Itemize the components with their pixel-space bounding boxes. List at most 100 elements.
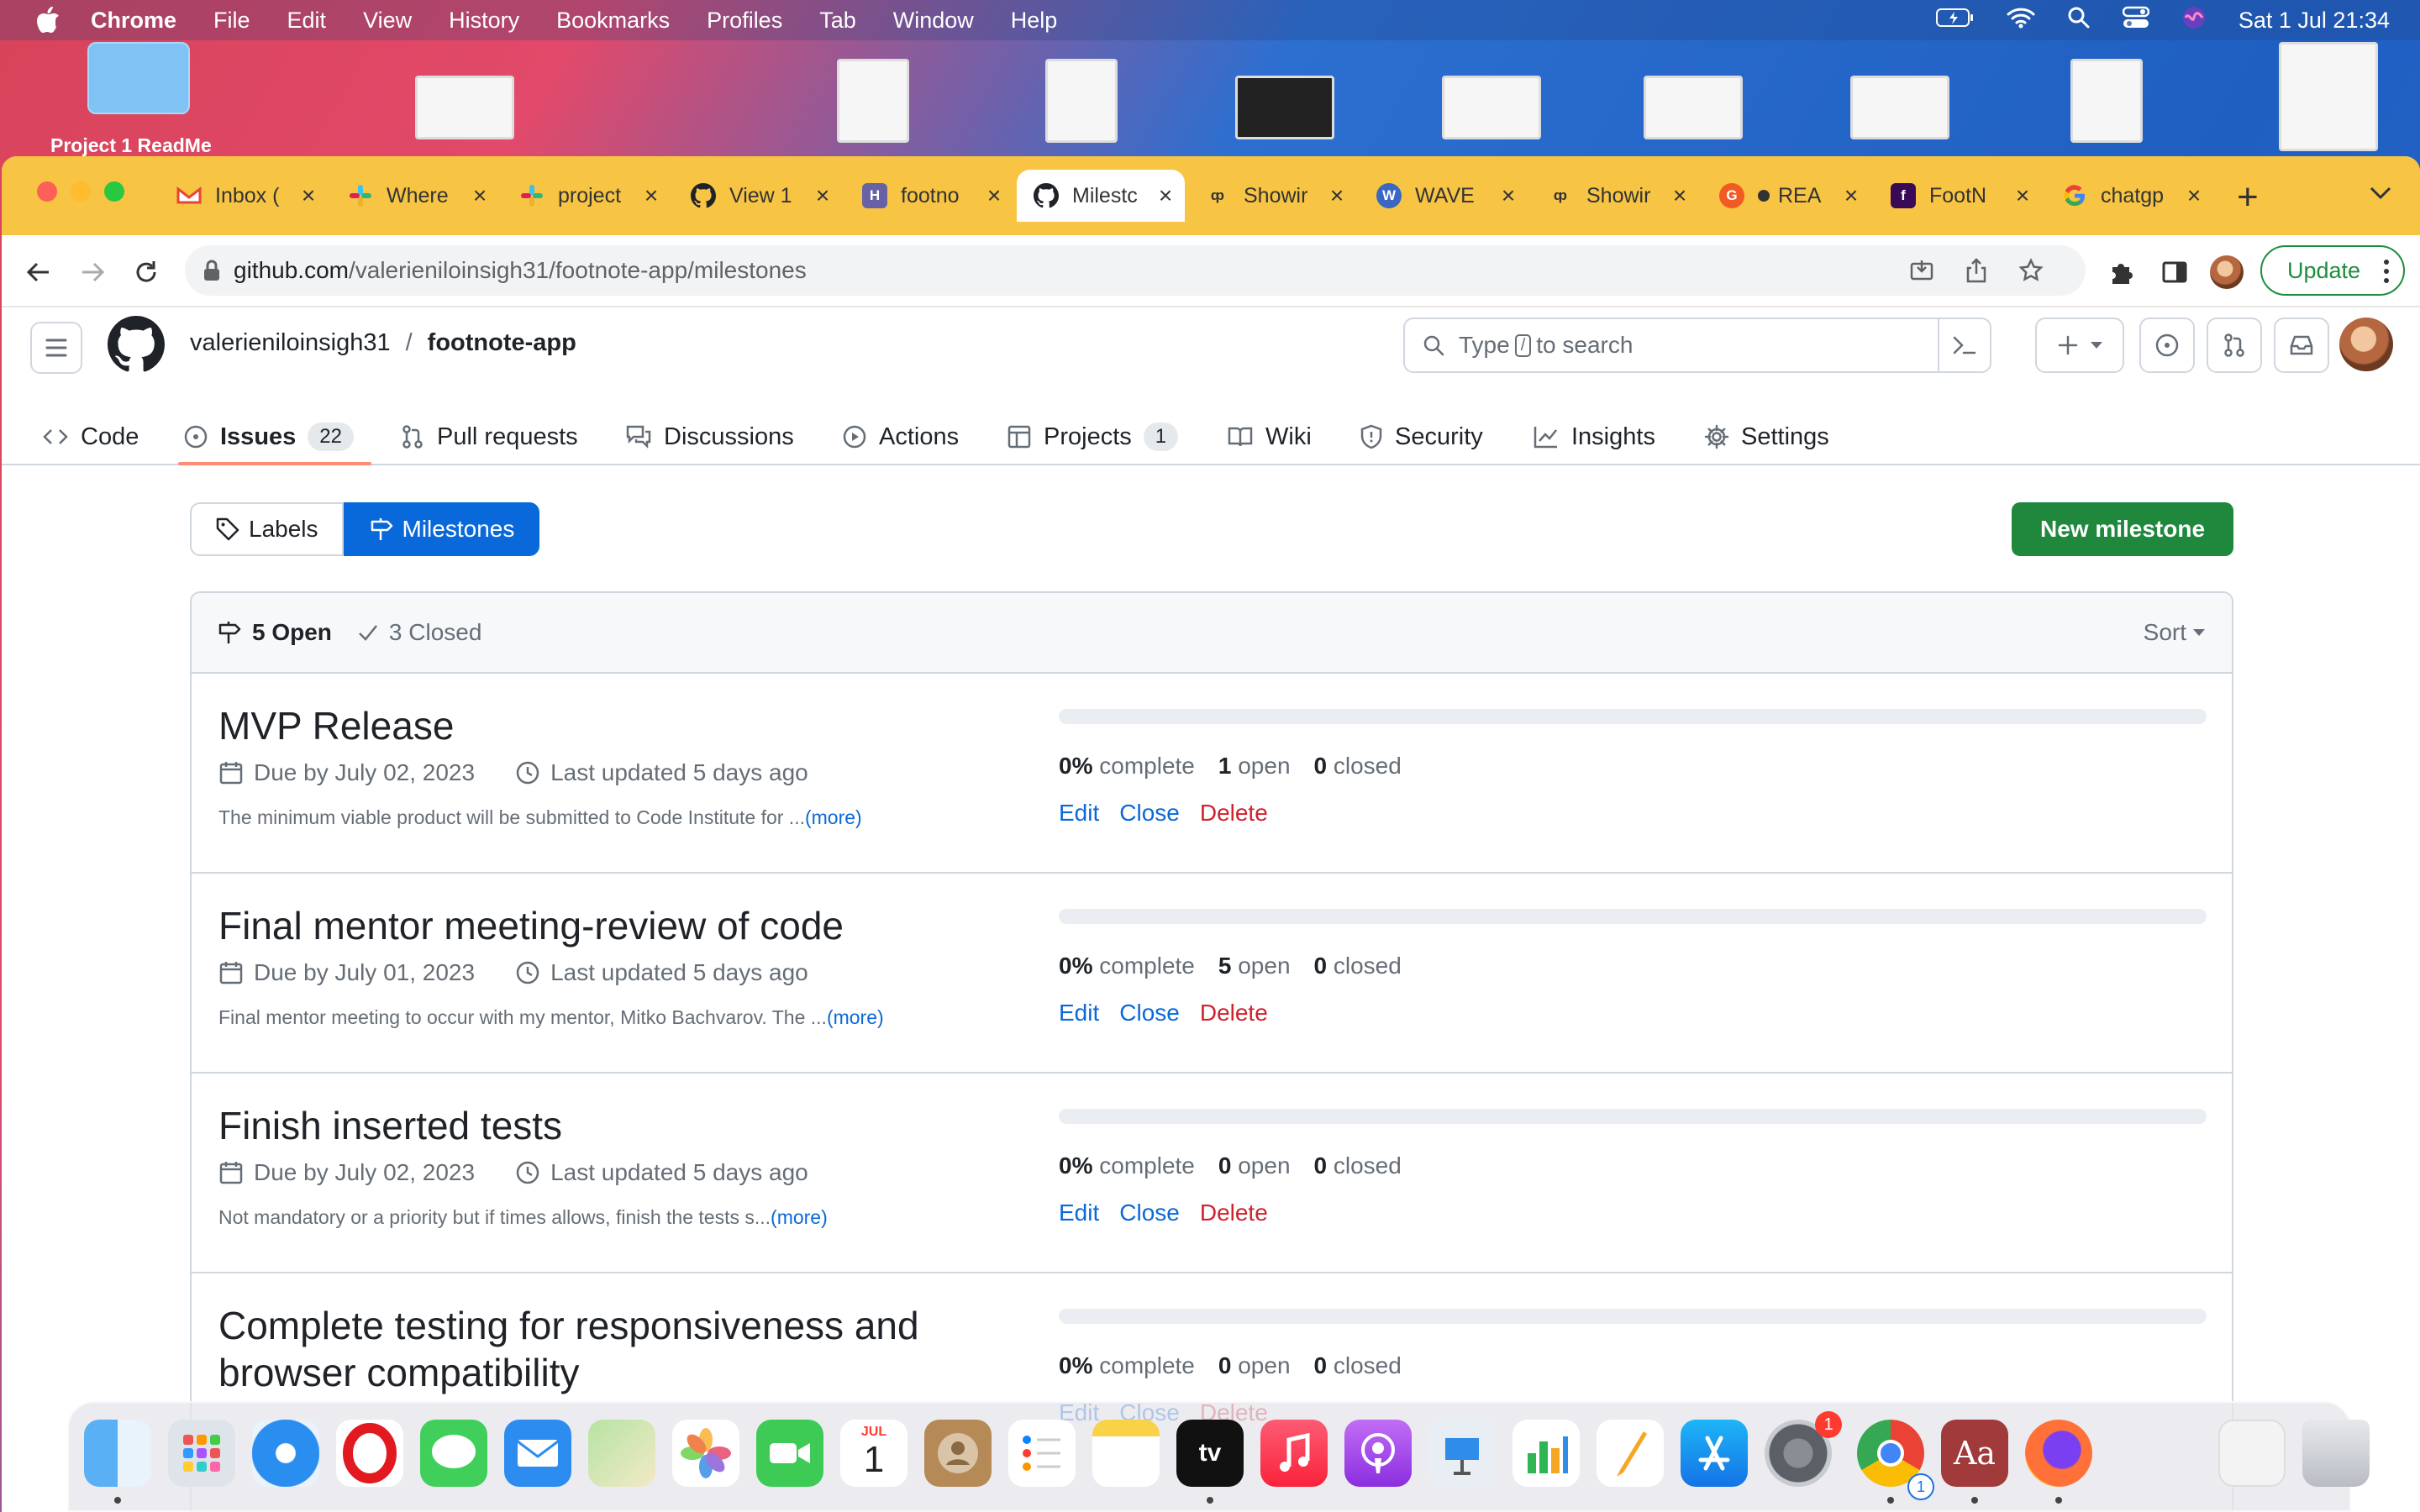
delete-link[interactable]: Delete: [1200, 800, 1268, 827]
open-issues-link[interactable]: 0 open: [1218, 1152, 1291, 1179]
browser-tab[interactable]: H footno ×: [845, 170, 1013, 222]
podcasts-icon[interactable]: [1344, 1420, 1412, 1487]
app-store-icon[interactable]: [1681, 1420, 1748, 1487]
github-logo-icon[interactable]: [108, 316, 166, 377]
browser-tab[interactable]: f FootN ×: [1874, 170, 2042, 222]
browser-tab[interactable]: View 1 ×: [674, 170, 842, 222]
close-tab-icon[interactable]: ×: [1496, 182, 1521, 209]
browser-tab[interactable]: ȹ Showir ×: [1531, 170, 1699, 222]
reminders-icon[interactable]: [1008, 1420, 1076, 1487]
delete-link[interactable]: Delete: [1200, 1000, 1268, 1026]
milestone-title[interactable]: Final mentor meeting-review of code: [218, 902, 975, 949]
tab-settings[interactable]: Settings: [1704, 408, 1829, 465]
forward-arrow-icon[interactable]: [79, 259, 106, 286]
browser-tab[interactable]: W WAVE ×: [1360, 170, 1528, 222]
milestone-title[interactable]: Complete testing for responsiveness and …: [218, 1302, 975, 1396]
closed-milestones-filter[interactable]: 3 Closed: [357, 619, 481, 646]
menu-help[interactable]: Help: [1011, 8, 1058, 34]
pull-requests-button[interactable]: [2207, 318, 2262, 373]
inbox-button[interactable]: [2274, 318, 2329, 373]
tab-search-chevron-down-icon[interactable]: [2370, 186, 2391, 204]
browser-tab[interactable]: Where ×: [331, 170, 499, 222]
close-link[interactable]: Close: [1119, 800, 1180, 827]
delete-link[interactable]: Delete: [1200, 1200, 1268, 1226]
repo-name-link[interactable]: footnote-app: [428, 329, 576, 357]
desktop-document-thumbnail[interactable]: [1045, 59, 1118, 143]
open-issues-link[interactable]: 0 open: [1218, 1352, 1291, 1379]
more-link[interactable]: (more): [805, 806, 862, 828]
desktop-folder-icon[interactable]: [87, 42, 190, 114]
wifi-icon[interactable]: [2007, 7, 2035, 34]
open-milestones-filter[interactable]: 5 Open: [217, 619, 332, 646]
pages-icon[interactable]: [1597, 1420, 1664, 1487]
browser-tab[interactable]: Inbox ( ×: [160, 170, 328, 222]
new-tab-plus-icon[interactable]: +: [2237, 176, 2259, 218]
tab-pull-requests[interactable]: Pull requests: [400, 408, 578, 465]
more-link[interactable]: (more): [827, 1006, 884, 1028]
reload-icon[interactable]: [133, 259, 160, 286]
tab-issues[interactable]: Issues 22: [183, 408, 354, 465]
safari-icon[interactable]: [252, 1420, 319, 1487]
tab-wiki[interactable]: Wiki: [1227, 408, 1312, 465]
mail-icon[interactable]: [504, 1420, 571, 1487]
contacts-icon[interactable]: [924, 1420, 992, 1487]
desktop-document-thumbnail[interactable]: [837, 59, 909, 143]
closed-issues-link[interactable]: 0 closed: [1314, 753, 1402, 780]
milestone-title[interactable]: Finish inserted tests: [218, 1102, 975, 1149]
close-tab-icon[interactable]: ×: [296, 182, 321, 209]
apple-menu-icon[interactable]: [35, 6, 60, 34]
kebab-menu-icon[interactable]: [2383, 259, 2390, 290]
address-bar[interactable]: github.com/valerieniloinsigh31/footnote-…: [185, 245, 2086, 296]
calendar-icon[interactable]: JUL 1: [840, 1420, 908, 1487]
close-link[interactable]: Close: [1119, 1000, 1180, 1026]
desktop-screenshot-thumbnail[interactable]: [2279, 42, 2378, 151]
milestone-title[interactable]: MVP Release: [218, 702, 975, 749]
menu-history[interactable]: History: [449, 8, 519, 34]
browser-tab[interactable]: project ×: [502, 170, 671, 222]
more-link[interactable]: (more): [771, 1206, 828, 1228]
create-new-button[interactable]: [2035, 318, 2124, 373]
closed-issues-link[interactable]: 0 closed: [1314, 1352, 1402, 1379]
menubar-clock[interactable]: Sat 1 Jul 21:34: [2238, 8, 2390, 34]
trash-icon[interactable]: [2302, 1420, 2370, 1487]
dictionary-icon[interactable]: Aa: [1941, 1420, 2008, 1487]
close-tab-icon[interactable]: ×: [981, 182, 1007, 209]
milestones-link[interactable]: Milestones: [343, 502, 540, 556]
lock-icon[interactable]: [203, 260, 220, 281]
edit-link[interactable]: Edit: [1059, 800, 1099, 827]
facetime-icon[interactable]: [756, 1420, 823, 1487]
desktop-screenshot-thumbnail[interactable]: [1235, 76, 1334, 139]
notes-icon[interactable]: [1092, 1420, 1160, 1487]
close-tab-icon[interactable]: ×: [2181, 182, 2207, 209]
tab-security[interactable]: Security: [1360, 408, 1483, 465]
browser-tab[interactable]: ȹ Showir ×: [1188, 170, 1356, 222]
keynote-icon[interactable]: [1428, 1420, 1496, 1487]
search-input[interactable]: Type / to search: [1403, 318, 1991, 373]
close-tab-icon[interactable]: ×: [1153, 182, 1178, 209]
launchpad-icon[interactable]: [168, 1420, 235, 1487]
open-issues-link[interactable]: 1 open: [1218, 753, 1291, 780]
menu-window[interactable]: Window: [893, 8, 974, 34]
messages-icon[interactable]: [420, 1420, 487, 1487]
firefox-icon[interactable]: [2025, 1420, 2092, 1487]
edit-link[interactable]: Edit: [1059, 1200, 1099, 1226]
photos-icon[interactable]: [672, 1420, 739, 1487]
issues-button[interactable]: [2139, 318, 2195, 373]
close-tab-icon[interactable]: ×: [639, 182, 664, 209]
closed-issues-link[interactable]: 0 closed: [1314, 1152, 1402, 1179]
command-palette-icon[interactable]: [1938, 319, 1990, 371]
browser-tab[interactable]: chatgp ×: [2045, 170, 2213, 222]
close-tab-icon[interactable]: ×: [1839, 182, 1864, 209]
closed-issues-link[interactable]: 0 closed: [1314, 953, 1402, 979]
music-icon[interactable]: [1260, 1420, 1328, 1487]
opera-icon[interactable]: [336, 1420, 403, 1487]
labels-link[interactable]: Labels: [190, 502, 344, 556]
browser-tab[interactable]: G REA ×: [1702, 170, 1870, 222]
numbers-icon[interactable]: [1512, 1420, 1580, 1487]
spotlight-icon[interactable]: [2067, 6, 2091, 35]
tab-projects[interactable]: Projects 1: [1007, 408, 1179, 465]
zoom-window-button[interactable]: [104, 181, 124, 202]
battery-icon[interactable]: [1935, 8, 1975, 34]
update-chrome-button[interactable]: Update: [2260, 245, 2405, 296]
sort-dropdown[interactable]: Sort: [2144, 619, 2205, 646]
